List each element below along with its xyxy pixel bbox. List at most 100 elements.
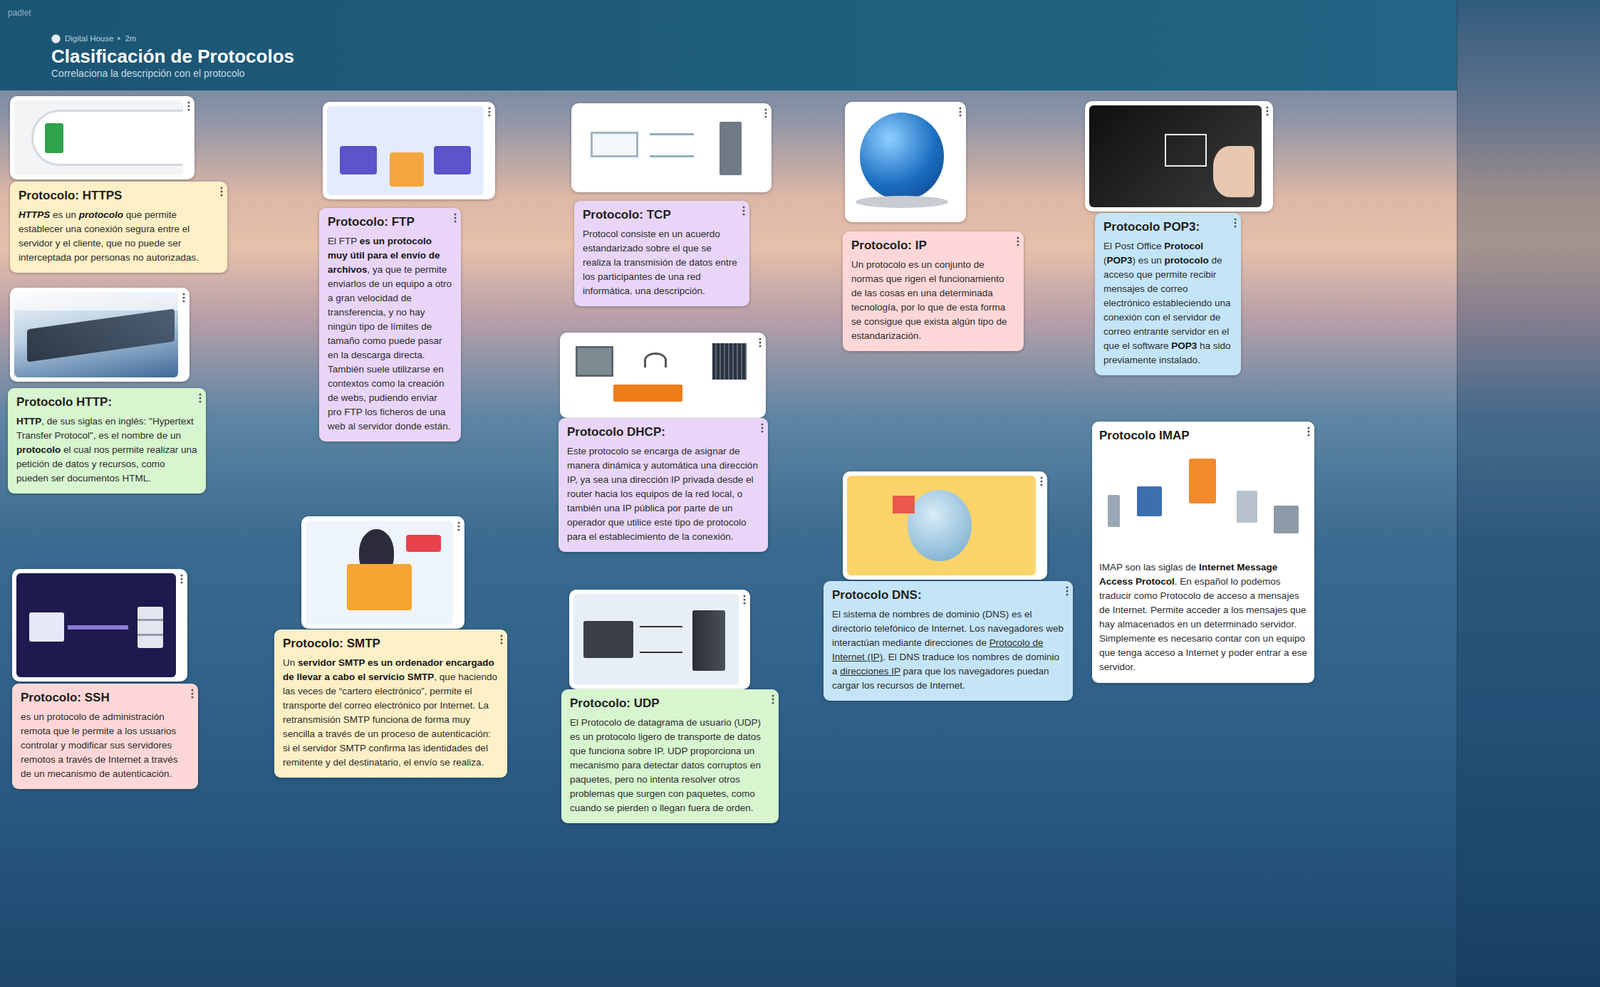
note-post[interactable]: Protocolo: HTTPSHTTPS es un protocolo qu… [9, 181, 228, 273]
laptop2-shape [433, 146, 472, 175]
more-options-icon[interactable] [453, 213, 457, 223]
more-options-icon[interactable] [457, 521, 461, 532]
post-title: Protocolo: IP [851, 237, 1000, 254]
tcp-picture [575, 107, 761, 189]
body-link[interactable]: direcciones IP [839, 666, 901, 677]
http-picture [14, 292, 179, 378]
post-title: Protocolo DNS: [832, 587, 1049, 604]
body-text: es un [49, 209, 80, 221]
body-text: . En español lo podemos traducir como Pr… [1099, 576, 1308, 673]
note-post[interactable]: Protocolo: FTP El FTP es un protocolo muy… [319, 208, 461, 442]
bar-shape [613, 384, 682, 402]
monitor-shape [575, 346, 614, 377]
more-options-icon[interactable] [1265, 106, 1269, 117]
note-post[interactable]: Protocolo: UDP El Protocolo de datagrama … [561, 689, 779, 824]
dns-picture [847, 475, 1036, 576]
globe-shape [859, 112, 944, 200]
post-title: Protocolo: UDP [569, 695, 755, 712]
body-text: POP3 [1171, 340, 1197, 352]
author-name[interactable]: Digital House [64, 34, 114, 43]
note-post[interactable]: Protocolo POP3:El Post Office Protocol (… [1094, 213, 1241, 376]
card-post[interactable]: Protocolo IMAPIMAP son las siglas de Int… [1092, 421, 1315, 684]
more-options-icon[interactable] [1233, 217, 1237, 228]
more-options-icon[interactable] [1016, 236, 1020, 247]
author-avatar-icon[interactable] [51, 34, 61, 44]
more-options-icon[interactable] [500, 634, 503, 645]
body-text: Protocol consiste en un acuerdo estandar… [582, 228, 738, 297]
body-text: El FTP [327, 235, 360, 247]
more-options-icon[interactable] [1307, 426, 1311, 437]
body-text: ) es un [1132, 255, 1165, 266]
post-title: Protocolo HTTP: [16, 394, 182, 411]
badge-shape [406, 534, 442, 552]
note-post[interactable]: Protocolo HTTP:HTTP, de sus siglas en in… [7, 388, 206, 494]
image-post[interactable] [559, 332, 766, 419]
more-options-icon[interactable] [182, 292, 186, 303]
ip-picture [849, 106, 955, 218]
image-post[interactable] [571, 103, 772, 193]
more-options-icon[interactable] [1065, 586, 1069, 597]
more-options-icon[interactable] [487, 106, 491, 117]
more-options-icon[interactable] [180, 574, 184, 585]
more-options-icon[interactable] [760, 423, 764, 434]
udp-picture [573, 594, 739, 686]
server-shape [1188, 458, 1217, 504]
more-options-icon[interactable] [771, 694, 775, 705]
note-post[interactable]: Protocolo: SSHes un protocolo de adminis… [12, 683, 199, 790]
image-post[interactable] [301, 516, 465, 630]
brand-logo[interactable]: padlet [7, 7, 1457, 19]
note-post[interactable]: Protocolo DNS: El sistema de nombres de d… [823, 581, 1073, 701]
post-body: IMAP son las siglas de Internet Message … [1099, 560, 1308, 675]
more-options-icon[interactable] [764, 108, 768, 119]
body-text: protocolo [16, 444, 61, 456]
body-text: Protocol [1164, 240, 1204, 252]
post-body: El FTP es un protocolo muy útil para el … [327, 234, 453, 434]
note-post[interactable]: Protocolo: TCPProtocol consiste en un ac… [574, 200, 750, 307]
body-text: El Post Office [1103, 240, 1165, 252]
arrows-shape [639, 626, 683, 654]
laptop-shape [29, 612, 65, 642]
more-options-icon[interactable] [742, 205, 746, 216]
image-post[interactable] [842, 471, 1048, 580]
more-options-icon[interactable] [958, 106, 962, 117]
more-options-icon[interactable] [1040, 476, 1043, 487]
folder-shape [389, 152, 424, 187]
image-post[interactable] [9, 287, 190, 382]
laptop-shape [590, 131, 639, 158]
link-shape [67, 625, 129, 630]
post-body: Un servidor SMTP es un ordenador encarga… [282, 656, 499, 771]
body-text: protocolo [79, 209, 124, 221]
more-options-icon[interactable] [758, 337, 762, 348]
body-text: ( [1103, 255, 1108, 266]
more-options-icon[interactable] [190, 688, 194, 699]
body-text: El Protocolo de datagrama de usuario (UD… [569, 717, 761, 814]
more-options-icon[interactable] [187, 101, 191, 112]
more-options-icon[interactable] [743, 594, 746, 605]
bar-shape [27, 309, 175, 363]
note-post[interactable]: Protocolo: SMTPUn servidor SMTP es un or… [274, 629, 508, 778]
post-body: El Protocolo de datagrama de usuario (UD… [569, 715, 771, 816]
image-post[interactable] [569, 589, 751, 690]
note-post[interactable]: Protocolo: IPUn protocolo es un conjunto… [842, 231, 1024, 352]
image-post[interactable] [1084, 101, 1274, 212]
side-strip [1456, 0, 1600, 987]
body-text: , de sus siglas en inglés: "Hypertext Tr… [16, 416, 194, 441]
board-canvas: Protocolo: HTTPSHTTPS es un protocolo qu… [0, 90, 1457, 987]
board-header: padletDigital House2mClasificación de Pr… [0, 0, 1457, 91]
image-post[interactable] [12, 569, 188, 682]
image-post[interactable] [322, 101, 496, 200]
padlet-page: padletDigital House2mClasificación de Pr… [0, 0, 1600, 987]
ssh-picture [16, 573, 176, 678]
image-post[interactable] [844, 101, 966, 223]
envelope-shape [346, 564, 412, 610]
post-title: Protocolo: FTP [327, 214, 437, 231]
smtp-picture [305, 520, 454, 625]
dev1-shape [1107, 495, 1121, 528]
more-options-icon[interactable] [220, 186, 223, 197]
post-body: El sistema de nombres de dominio (DNS) e… [832, 607, 1065, 694]
note-post[interactable]: Protocolo DHCP:Este protocolo se encarga… [558, 418, 768, 553]
ftp-picture [326, 106, 484, 196]
separator-dot-icon [117, 37, 121, 40]
image-post[interactable] [9, 96, 195, 180]
more-options-icon[interactable] [198, 393, 202, 404]
